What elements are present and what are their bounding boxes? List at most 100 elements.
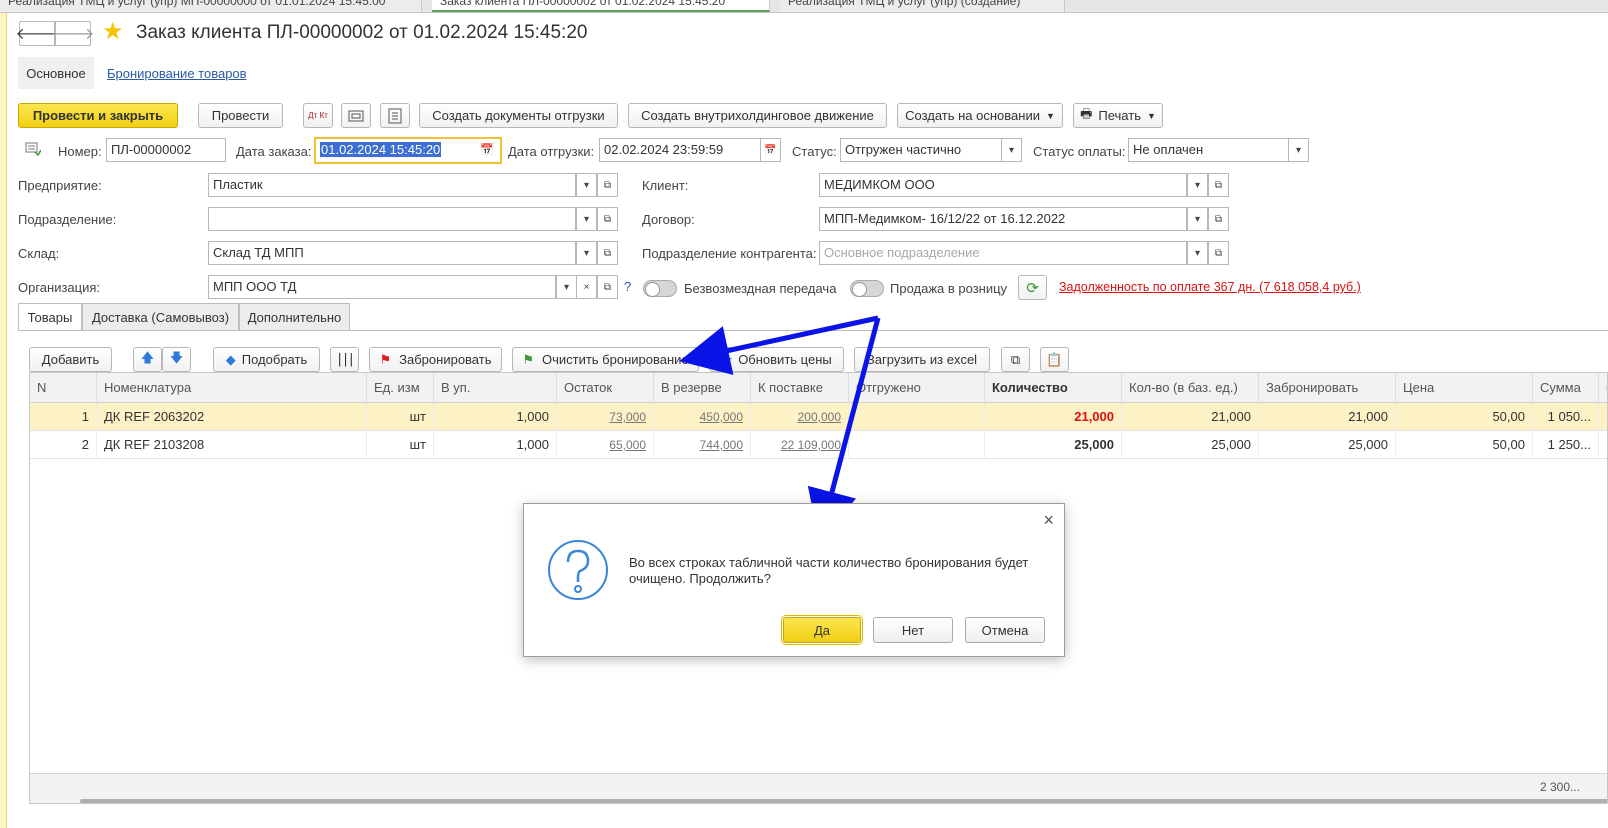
dropdown-icon[interactable]: ▾ (1187, 207, 1208, 231)
dropdown-icon[interactable]: ▾ (1187, 173, 1208, 197)
status-dropdown-icon[interactable]: ▾ (1001, 138, 1022, 162)
pay-status-dropdown-icon[interactable]: ▾ (1288, 138, 1309, 162)
table-row[interactable]: 2 ДК REF 2103208 шт 1,000 65,000 744,000… (30, 431, 1607, 459)
pay-status-field[interactable]: Не оплачен (1128, 138, 1309, 162)
cell-pack[interactable]: 1,000 (434, 431, 557, 459)
favorite-star-icon[interactable]: ★ (102, 20, 124, 44)
col-header-to-supply[interactable]: К поставке (751, 373, 849, 403)
clear-reserve-button[interactable]: ⚑ Очистить бронирование (512, 347, 699, 372)
subnav-main[interactable]: Основное (18, 57, 94, 89)
tab-goods[interactable]: Товары (18, 303, 82, 331)
pick-button[interactable]: ◆ Подобрать (213, 347, 320, 372)
refresh-button[interactable]: ⟳ (1018, 275, 1047, 300)
cell-pack[interactable]: 1,000 (434, 403, 557, 431)
dropdown-icon[interactable]: ▾ (1187, 241, 1208, 265)
calendar-icon[interactable]: 📅 (480, 143, 494, 156)
open-icon[interactable]: ⧉ (597, 241, 618, 265)
cell-item[interactable]: ДК REF 2063202 (97, 403, 367, 431)
col-header-unit[interactable]: Ед. изм (367, 373, 434, 403)
back-button[interactable]: 🡐 (16, 21, 58, 46)
open-icon[interactable]: ⧉ (597, 275, 618, 299)
contract-field[interactable]: МПП-Медимком- 16/12/22 от 16.12.2022 (819, 207, 1187, 231)
retail-toggle[interactable] (850, 280, 884, 297)
cell-base-qty[interactable]: 21,000 (1122, 403, 1259, 431)
cell-quantity[interactable]: 21,000 (985, 403, 1122, 431)
cell-to-reserve[interactable]: 21,000 (1259, 403, 1396, 431)
dropdown-icon[interactable]: ▾ (576, 207, 597, 231)
col-header-base-qty[interactable]: Кол-во (в баз. ед.) (1122, 373, 1259, 403)
cell-unit[interactable]: шт (367, 431, 434, 459)
clear-icon[interactable]: × (576, 275, 597, 299)
copy-button[interactable]: ⧉ (1001, 347, 1030, 372)
dropdown-icon[interactable]: ▾ (576, 241, 597, 265)
col-header-price[interactable]: Цена (1396, 373, 1533, 403)
order-date-field[interactable]: 01.02.2024 15:45:20 (314, 137, 502, 164)
col-header-n[interactable]: N (30, 373, 97, 403)
yes-button[interactable]: Да (781, 615, 863, 645)
subnav-booking-link[interactable]: Бронирование товаров (107, 66, 247, 81)
update-prices-button[interactable]: ⟳ Обновить цены (709, 347, 844, 372)
help-icon[interactable]: ? (624, 279, 631, 294)
window-tab-realization[interactable]: Реализация ТМЦ и услуг (упр) МП-00000000… (0, 0, 422, 12)
col-header-pack[interactable]: В уп. (434, 373, 557, 403)
division-field[interactable] (208, 207, 576, 231)
create-based-on-button[interactable]: Создать на основании ▼ (897, 103, 1063, 128)
load-excel-button[interactable]: Загрузить из excel (854, 347, 990, 372)
open-icon[interactable]: ⧉ (1208, 173, 1229, 197)
tab-delivery[interactable]: Доставка (Самовывоз) (82, 303, 239, 330)
open-icon[interactable]: ⧉ (1208, 241, 1229, 265)
window-tab-realization-new[interactable]: Реализация ТМЦ и услуг (упр) (создание) (780, 0, 1065, 12)
to-supply-link[interactable]: 22 109,000 (781, 438, 841, 452)
move-down-button[interactable]: 🡇 (162, 347, 191, 372)
cell-balance[interactable]: 73,000 (557, 403, 654, 431)
window-tab-order[interactable]: Заказ клиента ПЛ-00000002 от 01.02.2024 … (432, 0, 770, 12)
create-shipment-docs-button[interactable]: Создать документы отгрузки (419, 103, 618, 128)
balance-link[interactable]: 65,000 (609, 438, 646, 452)
cp-division-field[interactable]: Основное подразделение (819, 241, 1187, 265)
col-header-item[interactable]: Номенклатура (97, 373, 367, 403)
col-header-to-reserve[interactable]: Забронировать (1259, 373, 1396, 403)
enterprise-field[interactable]: Пластик (208, 173, 576, 197)
tab-additional[interactable]: Дополнительно (239, 303, 350, 330)
col-header-sum[interactable]: Сумма (1533, 373, 1599, 403)
cell-item[interactable]: ДК REF 2103208 (97, 431, 367, 459)
close-icon[interactable]: × (1043, 510, 1054, 531)
paste-button[interactable]: 📋 (1040, 347, 1069, 372)
dropdown-icon[interactable]: ▾ (576, 173, 597, 197)
table-row[interactable]: 1 ДК REF 2063202 шт 1,000 73,000 450,000… (30, 403, 1607, 431)
open-icon[interactable]: ⧉ (597, 207, 618, 231)
reserved-link[interactable]: 450,000 (700, 410, 743, 424)
cell-balance[interactable]: 65,000 (557, 431, 654, 459)
barcode-button[interactable]: ||| (330, 347, 359, 372)
no-button[interactable]: Нет (873, 617, 953, 643)
warehouse-field[interactable]: Склад ТД МПП (208, 241, 576, 265)
post-and-close-button[interactable]: Провести и закрыть (18, 103, 178, 128)
col-header-balance[interactable]: Остаток (557, 373, 654, 403)
horizontal-scrollbar[interactable] (80, 799, 1607, 803)
cell-to-supply[interactable]: 22 109,000 (751, 431, 849, 459)
cell-unit[interactable]: шт (367, 403, 434, 431)
post-button[interactable]: Провести (198, 103, 283, 128)
cancel-button[interactable]: Отмена (965, 617, 1045, 643)
org-field[interactable]: МПП ООО ТД (208, 275, 556, 299)
dt-kt-button[interactable]: Дт Кт (303, 103, 333, 128)
cell-sum[interactable]: 1 050... (1533, 403, 1599, 431)
ship-date-field[interactable]: 02.02.2024 23:59:59 (599, 138, 781, 162)
move-up-button[interactable]: 🡅 (133, 347, 162, 372)
cell-reserved[interactable]: 450,000 (654, 403, 751, 431)
reserved-link[interactable]: 744,000 (700, 438, 743, 452)
add-row-button[interactable]: Добавить (29, 347, 112, 372)
create-intraholding-button[interactable]: Создать внутрихолдинговое движение (628, 103, 887, 128)
to-supply-link[interactable]: 200,000 (798, 410, 841, 424)
debt-link[interactable]: Задолженность по оплате 367 дн. (7 618 0… (1059, 280, 1361, 294)
number-field[interactable]: ПЛ-00000002 (106, 138, 226, 162)
cell-quantity[interactable]: 25,000 (985, 431, 1122, 459)
report-button[interactable] (341, 103, 371, 128)
col-header-c[interactable]: С (1599, 373, 1607, 403)
cell-to-supply[interactable]: 200,000 (751, 403, 849, 431)
cell-to-reserve[interactable]: 25,000 (1259, 431, 1396, 459)
cell-c[interactable]: Б (1599, 403, 1607, 431)
forward-button[interactable]: 🡒 (52, 21, 94, 46)
client-field[interactable]: МЕДИМКОМ ООО (819, 173, 1187, 197)
open-icon[interactable]: ⧉ (1208, 207, 1229, 231)
